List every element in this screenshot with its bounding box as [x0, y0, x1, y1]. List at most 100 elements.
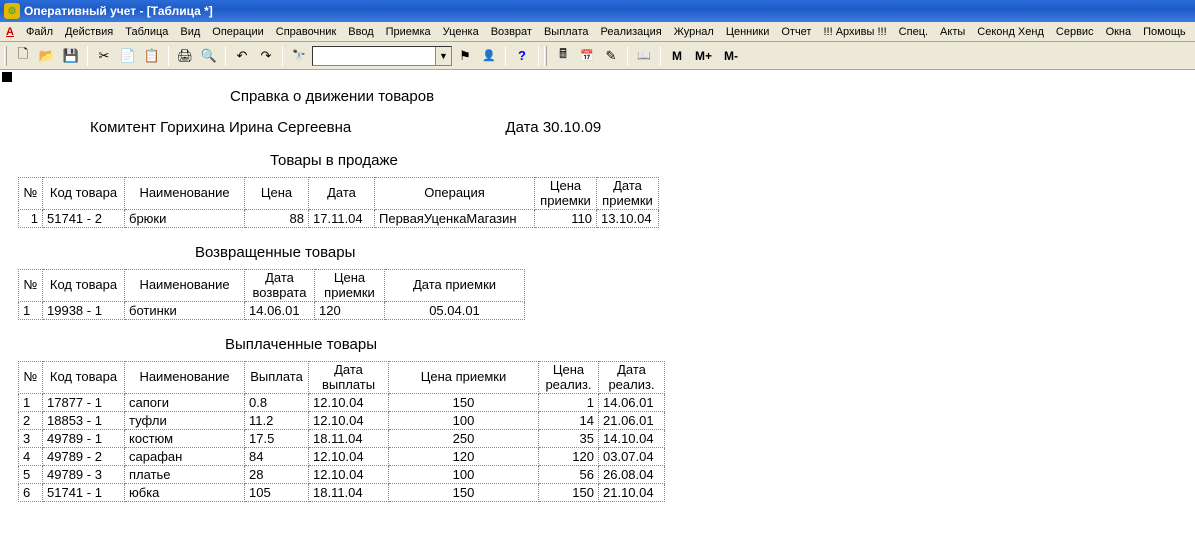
redo-button[interactable]: [255, 45, 277, 67]
table-row: 1 51741 - 2 брюки 88 17.11.04 ПерваяУцен…: [19, 210, 659, 228]
app-icon: ⚙: [4, 3, 20, 19]
copy-button[interactable]: [117, 45, 139, 67]
report-title: Справка о движении товаров: [0, 88, 1195, 105]
separator-icon: [168, 46, 169, 66]
window-titlebar: ⚙ Оперативный учет - [Таблица *]: [0, 0, 1195, 22]
menu-report[interactable]: Отчет: [775, 24, 817, 40]
table-row: 1 19938 - 1 ботинки 14.06.01 120 05.04.0…: [19, 302, 525, 320]
menu-spec[interactable]: Спец.: [893, 24, 934, 40]
col-code: Код товара: [43, 270, 125, 302]
edit-button[interactable]: [600, 45, 622, 67]
memory-mplus-button[interactable]: M+: [690, 45, 717, 67]
separator-icon: [505, 46, 506, 66]
dropdown-icon[interactable]: ▼: [435, 47, 451, 65]
separator-icon: [660, 46, 661, 66]
memory-mminus-button[interactable]: M-: [719, 45, 743, 67]
help-button[interactable]: [511, 45, 533, 67]
table-row: 4 49789 - 2 сарафан 84 12.10.04 120 120 …: [19, 448, 665, 466]
flag-button[interactable]: [454, 45, 476, 67]
separator-icon: [627, 46, 628, 66]
user-button[interactable]: [478, 45, 500, 67]
open-button[interactable]: [36, 45, 58, 67]
report-info-line: Комитент Горихина Ирина Сергеевна Дата 3…: [0, 119, 1195, 136]
find-button[interactable]: [288, 45, 310, 67]
menu-acceptance[interactable]: Приемка: [380, 24, 437, 40]
section-paid-title: Выплаченные товары: [0, 336, 1195, 353]
menu-file[interactable]: Файл: [20, 24, 59, 40]
separator-icon: [538, 46, 539, 66]
table-header: № Код товара Наименование Дата возврата …: [19, 270, 525, 302]
separator-icon: [87, 46, 88, 66]
search-combo[interactable]: ▼: [312, 46, 452, 66]
print-button[interactable]: [174, 45, 196, 67]
undo-button[interactable]: [231, 45, 253, 67]
col-pprice: Цена приемки: [389, 362, 539, 394]
col-pprice: Цена приемки: [535, 178, 597, 210]
memory-m-button[interactable]: M: [666, 45, 688, 67]
menu-table[interactable]: Таблица: [119, 24, 174, 40]
document-area: Справка о движении товаров Комитент Гори…: [0, 70, 1195, 522]
separator-icon: [225, 46, 226, 66]
menu-windows[interactable]: Окна: [1100, 24, 1138, 40]
col-rdate: Дата реализ.: [599, 362, 665, 394]
menu-acts[interactable]: Акты: [934, 24, 971, 40]
table-row: 6 51741 - 1 юбка 105 18.11.04 150 150 21…: [19, 484, 665, 502]
menu-sale[interactable]: Реализация: [594, 24, 667, 40]
paste-button[interactable]: [141, 45, 163, 67]
menu-archives[interactable]: !!! Архивы !!!: [817, 24, 892, 40]
menu-journal[interactable]: Журнал: [668, 24, 720, 40]
menu-reference[interactable]: Справочник: [270, 24, 343, 40]
col-pdate: Дата приемки: [385, 270, 525, 302]
menu-view[interactable]: Вид: [174, 24, 206, 40]
paid-table: № Код товара Наименование Выплата Дата в…: [18, 361, 665, 502]
selection-handle-icon[interactable]: [2, 72, 12, 82]
preview-button[interactable]: [198, 45, 220, 67]
returned-table: № Код товара Наименование Дата возврата …: [18, 269, 525, 320]
doc-icon: A: [2, 24, 18, 40]
komitent-name: Горихина Ирина Сергеевна: [160, 119, 351, 136]
table-row: 3 49789 - 1 костюм 17.5 18.11.04 250 35 …: [19, 430, 665, 448]
col-rdate: Дата возврата: [245, 270, 315, 302]
calendar-button[interactable]: [576, 45, 598, 67]
sale-table: № Код товара Наименование Цена Дата Опер…: [18, 177, 659, 228]
table-row: 2 18853 - 1 туфли 11.2 12.10.04 100 14 2…: [19, 412, 665, 430]
menu-help[interactable]: Помощь: [1137, 24, 1192, 40]
menu-payment[interactable]: Выплата: [538, 24, 595, 40]
window-title: Оперативный учет - [Таблица *]: [24, 4, 213, 18]
table-header: № Код товара Наименование Выплата Дата в…: [19, 362, 665, 394]
menu-secondhand[interactable]: Секонд Хенд: [971, 24, 1050, 40]
table-header: № Код товара Наименование Цена Дата Опер…: [19, 178, 659, 210]
menu-markdown[interactable]: Уценка: [437, 24, 485, 40]
col-pprice: Цена приемки: [315, 270, 385, 302]
new-button[interactable]: [12, 45, 34, 67]
section-sale-title: Товары в продаже: [0, 152, 1195, 169]
col-price: Цена: [245, 178, 309, 210]
menu-input[interactable]: Ввод: [342, 24, 379, 40]
section-returned-title: Возвращенные товары: [0, 244, 1195, 261]
calc-button[interactable]: [552, 45, 574, 67]
menubar: A Файл Действия Таблица Вид Операции Спр…: [0, 22, 1195, 42]
col-name: Наименование: [125, 362, 245, 394]
col-num: №: [19, 362, 43, 394]
col-num: №: [19, 178, 43, 210]
col-pay: Выплата: [245, 362, 309, 394]
menu-return[interactable]: Возврат: [485, 24, 538, 40]
menu-actions[interactable]: Действия: [59, 24, 119, 40]
toolbar-grip-icon: [544, 46, 547, 66]
komitent-label: Комитент: [90, 119, 156, 136]
menu-operations[interactable]: Операции: [206, 24, 269, 40]
book-button[interactable]: [633, 45, 655, 67]
date-label: Дата: [505, 119, 538, 136]
save-button[interactable]: [60, 45, 82, 67]
col-num: №: [19, 270, 43, 302]
separator-icon: [282, 46, 283, 66]
menu-service[interactable]: Сервис: [1050, 24, 1100, 40]
cut-button[interactable]: [93, 45, 115, 67]
col-code: Код товара: [43, 178, 125, 210]
col-code: Код товара: [43, 362, 125, 394]
col-pdate: Дата выплаты: [309, 362, 389, 394]
col-name: Наименование: [125, 270, 245, 302]
table-row: 1 17877 - 1 сапоги 0.8 12.10.04 150 1 14…: [19, 394, 665, 412]
col-pdate: Дата приемки: [597, 178, 659, 210]
menu-pricetags[interactable]: Ценники: [720, 24, 776, 40]
